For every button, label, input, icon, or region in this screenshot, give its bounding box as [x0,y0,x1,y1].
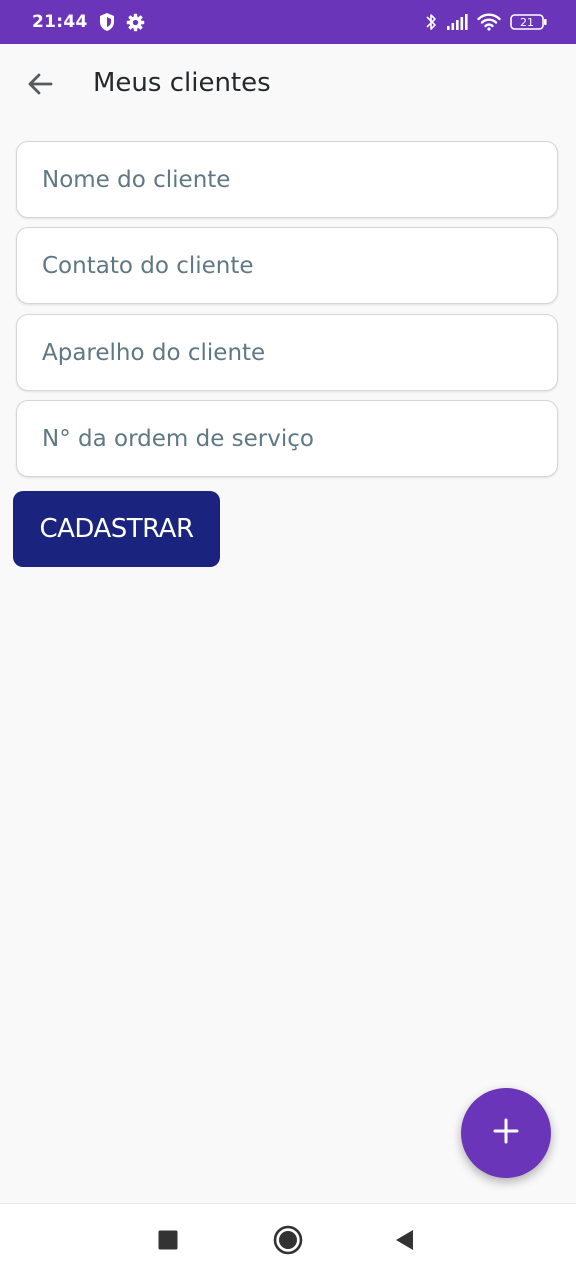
app-bar: Meus clientes [0,44,576,124]
shield-icon [98,12,116,32]
page-title: Meus clientes [93,68,271,98]
client-name-field-container [16,141,558,218]
signal-icon [446,13,468,31]
gear-icon [126,13,145,32]
status-bar: 21:44 21 [0,0,576,44]
client-device-input[interactable] [17,315,557,390]
back-nav-button[interactable] [384,1222,424,1262]
recents-button[interactable] [148,1222,188,1262]
home-button[interactable] [268,1222,308,1262]
battery-icon: 21 [510,13,548,31]
home-circle-icon [272,1224,304,1260]
status-time: 21:44 [32,12,88,32]
wifi-icon [477,13,501,31]
client-name-input[interactable] [17,142,557,217]
arrow-left-icon [25,69,55,103]
recents-square-icon [157,1229,179,1255]
back-triangle-icon [393,1228,415,1256]
back-button[interactable] [20,66,60,106]
system-nav-bar [0,1203,576,1280]
add-fab-button[interactable] [461,1088,551,1178]
service-order-field-container [16,400,558,477]
plus-icon [492,1117,520,1149]
client-contact-field-container [16,227,558,304]
service-order-input[interactable] [17,401,557,476]
battery-level: 21 [520,16,534,29]
bluetooth-icon [425,12,437,32]
cadastrar-button[interactable]: CADASTRAR [13,491,220,567]
client-contact-input[interactable] [17,228,557,303]
client-device-field-container [16,314,558,391]
